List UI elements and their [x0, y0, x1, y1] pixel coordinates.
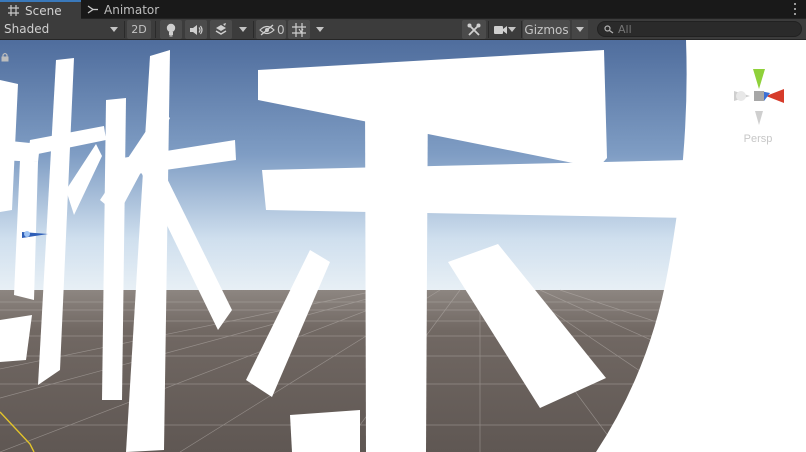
grid-dropdown[interactable] [312, 20, 328, 39]
chevron-down-icon [239, 27, 247, 32]
chevron-down-icon [576, 27, 584, 32]
layers-icon [215, 23, 227, 35]
eye-hidden-icon [259, 24, 275, 35]
search-input[interactable] [618, 22, 788, 36]
audio-toggle-button[interactable] [185, 20, 207, 39]
camera-dropdown[interactable] [490, 20, 520, 39]
chevron-down-icon [316, 27, 324, 32]
tab-animator[interactable]: Animator [81, 0, 161, 19]
hidden-count: 0 [277, 22, 285, 37]
lock-icon[interactable] [0, 52, 10, 62]
lighting-toggle-button[interactable] [160, 20, 182, 39]
tools-icon [467, 23, 481, 36]
gizmos-button[interactable]: Gizmos [523, 20, 570, 39]
grid-snap-icon [292, 22, 306, 37]
lightbulb-icon [166, 23, 176, 36]
search-icon [604, 24, 614, 34]
scene-render [0, 40, 806, 452]
scene-viewport[interactable]: Persp [0, 40, 806, 452]
scene-toolbar: Shaded 2D 0 Gizmos [0, 19, 806, 40]
effects-toggle-button[interactable] [210, 20, 232, 39]
grid-icon [6, 5, 20, 17]
camera-icon [494, 25, 507, 34]
toggle-2d-button[interactable]: 2D [127, 20, 151, 39]
tab-bar: Scene Animator [0, 0, 806, 19]
scene-visibility-button[interactable]: 0 [256, 20, 286, 39]
tab-scene[interactable]: Scene [0, 0, 81, 19]
search-field[interactable] [597, 21, 802, 37]
gizmos-dropdown[interactable] [572, 20, 588, 39]
shading-mode-dropdown[interactable]: Shaded [0, 20, 122, 39]
chevron-down-icon [110, 27, 118, 32]
grid-snap-button[interactable] [288, 20, 310, 39]
speaker-icon [190, 24, 203, 35]
chevron-down-icon [508, 27, 516, 32]
shading-mode-label: Shaded [4, 22, 50, 36]
tab-animator-label: Animator [104, 2, 160, 17]
projection-label[interactable]: Persp [723, 133, 793, 145]
effects-dropdown[interactable] [235, 20, 251, 39]
tab-menu-icon[interactable] [792, 3, 798, 15]
tab-scene-label: Scene [25, 3, 62, 18]
animator-icon [87, 4, 99, 16]
tools-button[interactable] [462, 20, 486, 39]
